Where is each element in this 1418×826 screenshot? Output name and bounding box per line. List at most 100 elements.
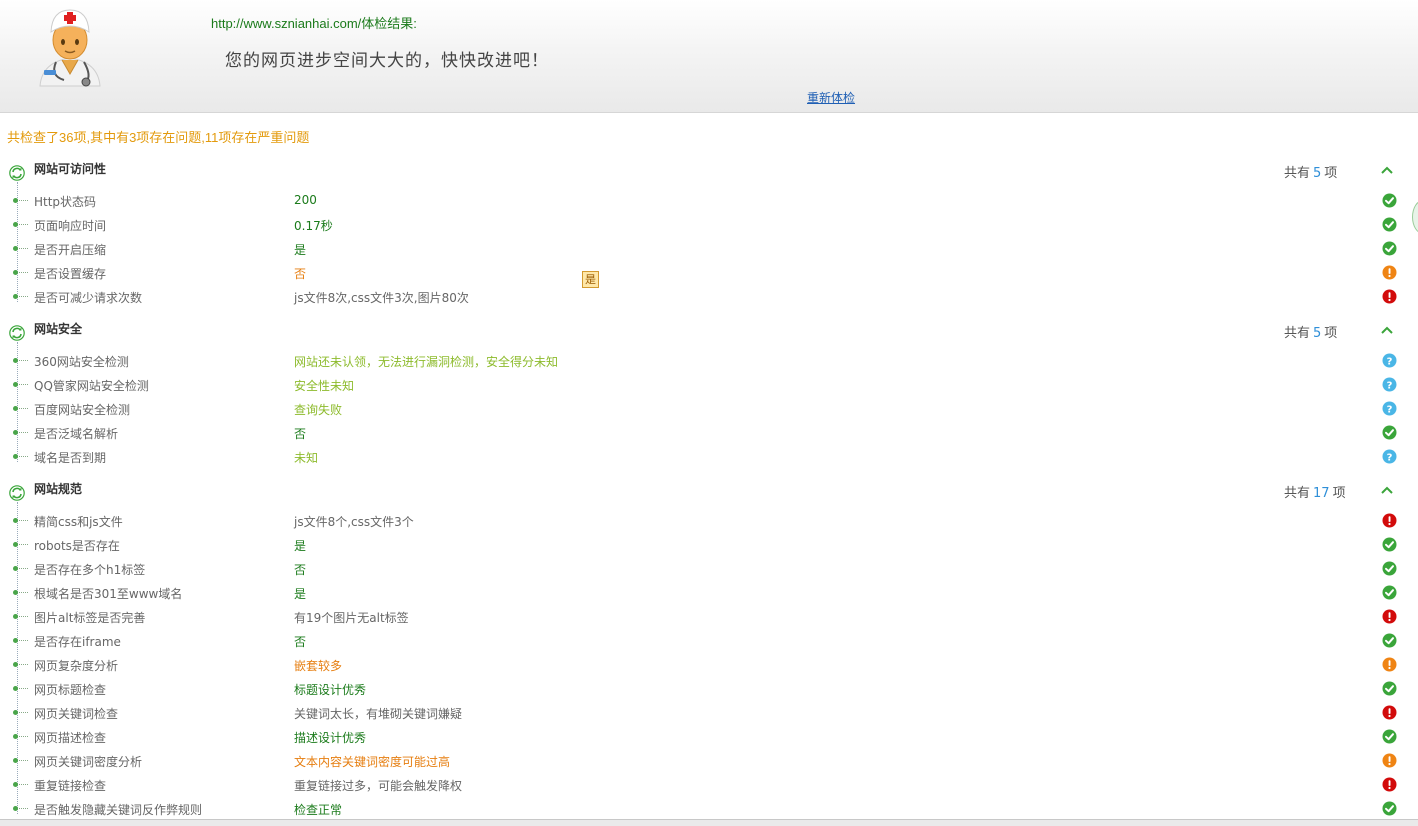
check-label: 域名是否到期: [34, 451, 107, 465]
check-value: 查询失败: [294, 403, 343, 417]
chevron-up-icon[interactable]: [1380, 164, 1394, 174]
check-label: robots是否存在: [34, 539, 120, 553]
tree-dot-icon: [13, 222, 18, 227]
error-circle-icon: [1382, 513, 1397, 528]
tree-dot-icon: [13, 638, 18, 643]
check-label: 网页标题检查: [34, 683, 107, 697]
check-value: 是: [294, 587, 307, 601]
check-value: 0.17秒: [294, 219, 333, 233]
tree-dot-icon: [13, 566, 18, 571]
check-row: 页面响应时间 0.17秒: [0, 214, 1418, 238]
check-value: 关键词太长，有堆砌关键词嫌疑: [294, 707, 463, 721]
tree-connector: [19, 736, 28, 737]
tree-dot-icon: [13, 782, 18, 787]
check-circle-icon: [1382, 801, 1397, 816]
tree-dot-icon: [13, 382, 18, 387]
chevron-up-icon[interactable]: [1380, 484, 1394, 494]
tree-connector: [19, 432, 28, 433]
check-row: 是否可减少请求次数 js文件8次,css文件3次,图片80次: [0, 286, 1418, 310]
check-value: 是: [294, 539, 307, 553]
check-row: 是否存在多个h1标签 否: [0, 558, 1418, 582]
svg-text:?: ?: [1387, 381, 1393, 392]
tree-dot-icon: [13, 198, 18, 203]
section-title: 网站安全: [34, 322, 83, 336]
tree-dot-icon: [13, 590, 18, 595]
check-row: QQ管家网站安全检测 安全性未知 ?: [0, 374, 1418, 398]
tree-dot-icon: [13, 806, 18, 811]
check-label: 网页关键词密度分析: [34, 755, 143, 769]
check-circle-icon: [1382, 729, 1397, 744]
tree-dot-icon: [13, 662, 18, 667]
check-label: 是否触发隐藏关键词反作弊规则: [34, 803, 203, 817]
check-circle-icon: [1382, 633, 1397, 648]
count-number: 17: [1313, 486, 1330, 501]
retest-link[interactable]: 重新体检: [807, 89, 855, 106]
warning-circle-icon: [1382, 657, 1397, 672]
check-value: 有19个图片无alt标签: [294, 611, 409, 625]
check-label: 是否可减少请求次数: [34, 291, 143, 305]
tree-connector: [19, 456, 28, 457]
tree-dot-icon: [13, 758, 18, 763]
doctor-avatar-icon: [39, 9, 101, 87]
tree-connector: [19, 360, 28, 361]
tree-dot-icon: [13, 542, 18, 547]
question-circle-icon: ?: [1382, 353, 1397, 368]
check-row: 图片alt标签是否完善 有19个图片无alt标签: [0, 606, 1418, 630]
check-value: 是: [294, 243, 307, 257]
count-prefix: 共有: [1284, 326, 1311, 341]
result-message: 您的网页进步空间大大的，快快改进吧！: [225, 51, 549, 71]
error-circle-icon: [1382, 289, 1397, 304]
section-header[interactable]: 网站可访问性 共有 5 项: [0, 158, 1418, 190]
cache-yes-badge[interactable]: 是: [582, 271, 599, 288]
check-circle-icon: [1382, 217, 1397, 232]
check-label: Http状态码: [34, 195, 97, 209]
report-header: http://www.sznianhai.com/体检结果: 您的网页进步空间大…: [0, 0, 1418, 113]
section-header[interactable]: 网站规范 共有 17 项: [0, 478, 1418, 510]
check-label: 是否存在iframe: [34, 635, 121, 649]
check-value: 否: [294, 635, 307, 649]
tree-connector: [19, 384, 28, 385]
tree-connector: [19, 408, 28, 409]
refresh-cycle-icon: [9, 325, 25, 341]
check-row: 是否开启压缩 是: [0, 238, 1418, 262]
tree-dot-icon: [13, 454, 18, 459]
refresh-cycle-icon: [9, 485, 25, 501]
section-header[interactable]: 网站安全 共有 5 项: [0, 318, 1418, 350]
check-value: 否: [294, 267, 307, 281]
check-row: 百度网站安全检测 查询失败 ?: [0, 398, 1418, 422]
check-label: 360网站安全检测: [34, 355, 129, 369]
chevron-up-icon[interactable]: [1380, 324, 1394, 334]
check-label: QQ管家网站安全检测: [34, 379, 149, 393]
count-suffix: 项: [1332, 486, 1346, 501]
check-label: 是否设置缓存: [34, 267, 107, 281]
tree-connector: [19, 640, 28, 641]
check-circle-icon: [1382, 425, 1397, 440]
count-prefix: 共有: [1284, 166, 1311, 181]
error-circle-icon: [1382, 609, 1397, 624]
count-suffix: 项: [1324, 166, 1338, 181]
check-row: 域名是否到期 未知 ?: [0, 446, 1418, 470]
tree-connector: [19, 688, 28, 689]
check-row: 网页关键词检查 关键词太长，有堆砌关键词嫌疑: [0, 702, 1418, 726]
error-circle-icon: [1382, 705, 1397, 720]
check-value: js文件8个,css文件3个: [294, 515, 414, 529]
tree-dot-icon: [13, 358, 18, 363]
tree-connector: [19, 592, 28, 593]
check-value: js文件8次,css文件3次,图片80次: [294, 291, 469, 305]
check-row: 是否存在iframe 否: [0, 630, 1418, 654]
checked-url-title: http://www.sznianhai.com/体检结果:: [211, 16, 417, 31]
check-value: 重复链接过多，可能会触发降权: [294, 779, 463, 793]
warning-circle-icon: [1382, 265, 1397, 280]
check-row: 网页复杂度分析 嵌套较多: [0, 654, 1418, 678]
section-2: 网站规范 共有 17 项 精简css和js文件 js文件8个,css文件3个 rob…: [0, 478, 1418, 822]
check-row: 360网站安全检测 网站还未认领，无法进行漏洞检测，安全得分未知 ?: [0, 350, 1418, 374]
tree-dot-icon: [13, 686, 18, 691]
section-rows: 精简css和js文件 js文件8个,css文件3个 robots是否存在 是 是…: [0, 502, 1418, 822]
tree-dot-icon: [13, 270, 18, 275]
svg-text:?: ?: [1387, 405, 1393, 416]
error-circle-icon: [1382, 777, 1397, 792]
check-row: 网页关键词密度分析 文本内容关键词密度可能过高: [0, 750, 1418, 774]
check-label: 根域名是否301至www域名: [34, 587, 183, 601]
refresh-cycle-icon: [9, 165, 25, 181]
check-label: 是否开启压缩: [34, 243, 107, 257]
